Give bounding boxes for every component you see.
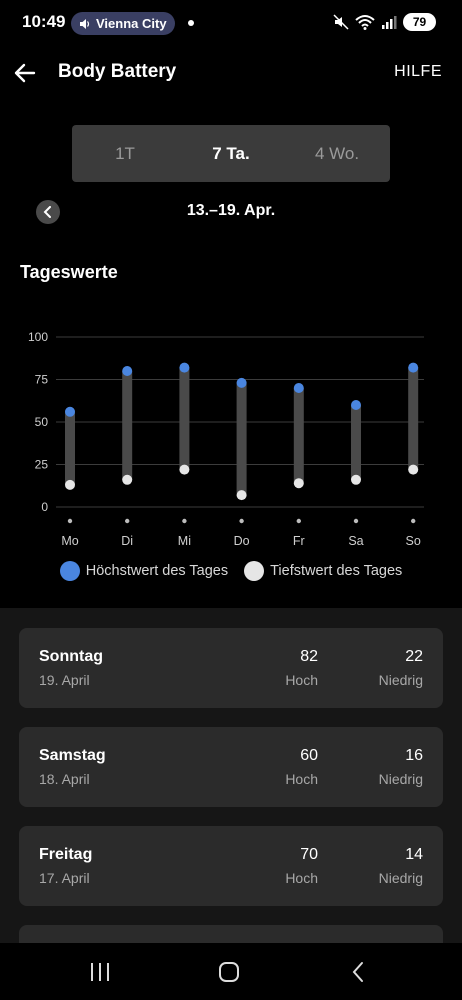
x-tick-dot (239, 518, 244, 524)
x-tick-label: Do (234, 534, 250, 548)
status-bar: 10:49 Vienna City 79 (0, 0, 462, 46)
system-navigation-bar (0, 943, 462, 1000)
range-bar (293, 388, 304, 484)
x-tick-label: Mo (61, 534, 78, 548)
y-tick-label: 25 (35, 458, 49, 472)
high-point (408, 362, 419, 373)
chevron-left-icon (43, 206, 51, 218)
media-playing-pill[interactable]: Vienna City (71, 12, 175, 35)
status-time: 10:49 (22, 12, 66, 31)
x-tick-label: Fr (293, 534, 305, 548)
x-tick-dot (125, 518, 130, 524)
range-bar (351, 405, 361, 480)
x-tick-label: Di (121, 534, 133, 548)
low-label: Niedrig (378, 672, 423, 688)
range-bar (65, 411, 75, 485)
legend-low-label: Tiefstwert des Tages (270, 563, 403, 579)
low-point (179, 464, 190, 475)
high-point (351, 400, 361, 410)
range-selector: 1T 7 Ta. 4 Wo. (72, 125, 390, 182)
day-card-saturday[interactable]: Samstag 18. April 60 Hoch 16 Niedrig (19, 727, 443, 807)
high-point (179, 362, 190, 373)
back-arrow-icon[interactable] (12, 60, 38, 86)
low-point (236, 490, 247, 501)
wifi-icon (355, 15, 375, 30)
range-bar (179, 367, 190, 470)
x-tick-dot (296, 518, 301, 524)
range-bar (122, 371, 133, 480)
low-value: 16 (405, 747, 423, 764)
range-bar (236, 382, 247, 496)
low-value: 14 (405, 846, 423, 863)
low-point (351, 474, 361, 485)
date-range-label: 13.–19. Apr. (186, 202, 276, 219)
home-icon[interactable] (217, 960, 241, 984)
x-tick-label: Sa (348, 534, 363, 548)
x-tick-label: Mi (178, 534, 191, 548)
tab-1-day[interactable]: 1T (72, 125, 178, 182)
mute-icon (333, 14, 349, 30)
day-card-sunday[interactable]: Sonntag 19. April 82 Hoch 22 Niedrig (19, 628, 443, 708)
battery-indicator: 79 (403, 13, 436, 31)
low-point (65, 479, 75, 490)
day-date: 19. April (39, 672, 90, 688)
tab-7-days[interactable]: 7 Ta. (178, 125, 284, 182)
x-tick-dot (67, 518, 73, 524)
recent-apps-icon[interactable] (88, 960, 112, 984)
previous-period-button[interactable] (36, 200, 60, 224)
notification-dot-icon (188, 20, 194, 26)
y-tick-label: 100 (28, 330, 48, 344)
x-tick-dot (411, 518, 416, 524)
low-point (408, 464, 419, 475)
high-label: Hoch (285, 870, 318, 886)
speaker-icon (80, 18, 90, 29)
low-label: Niedrig (378, 771, 423, 787)
back-icon[interactable] (347, 960, 371, 984)
low-label: Niedrig (378, 870, 423, 886)
signal-icon (382, 16, 397, 29)
x-tick-label: So (406, 534, 421, 548)
day-date: 18. April (39, 771, 90, 787)
day-date: 17. April (39, 870, 90, 886)
day-name: Sonntag (39, 648, 103, 665)
y-tick-label: 50 (35, 415, 49, 429)
day-name: Samstag (39, 747, 106, 764)
section-title: Tageswerte (20, 262, 118, 282)
high-value: 70 (300, 846, 318, 863)
body-battery-chart: 0 25 50 75 100 Mo Di Mi Do Fr Sa So (28, 330, 424, 548)
legend-low-swatch (244, 561, 265, 581)
legend-item-low: Tiefstwert des Tages (244, 561, 402, 581)
legend-item-high: Höchstwert des Tages (59, 561, 229, 581)
x-tick-dot (353, 518, 359, 524)
media-label: Vienna City (96, 16, 167, 31)
legend-high-swatch (59, 561, 80, 581)
day-card-partial[interactable] (19, 925, 443, 943)
tab-4-weeks[interactable]: 4 Wo. (284, 125, 390, 182)
high-label: Hoch (285, 771, 318, 787)
high-value: 82 (300, 648, 318, 665)
help-button[interactable]: HILFE (394, 63, 442, 81)
day-name: Freitag (39, 846, 93, 863)
low-point (293, 478, 304, 489)
page-title: Body Battery (58, 61, 177, 82)
day-list: Sonntag 19. April 82 Hoch 22 Niedrig Sam… (0, 608, 462, 943)
low-value: 22 (405, 648, 423, 665)
high-point (65, 406, 75, 417)
high-value: 60 (300, 747, 318, 764)
legend-high-label: Höchstwert des Tages (85, 563, 229, 579)
high-label: Hoch (285, 672, 318, 688)
y-tick-label: 0 (41, 500, 48, 514)
x-tick-dot (182, 518, 187, 524)
low-point (122, 474, 133, 485)
y-tick-label: 75 (35, 373, 49, 387)
high-point (122, 366, 133, 376)
range-bar (408, 367, 419, 470)
chart-legend: Höchstwert des Tages Tiefstwert des Tage… (0, 561, 462, 581)
high-point (236, 377, 247, 388)
day-card-friday[interactable]: Freitag 17. April 70 Hoch 14 Niedrig (19, 826, 443, 906)
high-point (293, 383, 304, 393)
